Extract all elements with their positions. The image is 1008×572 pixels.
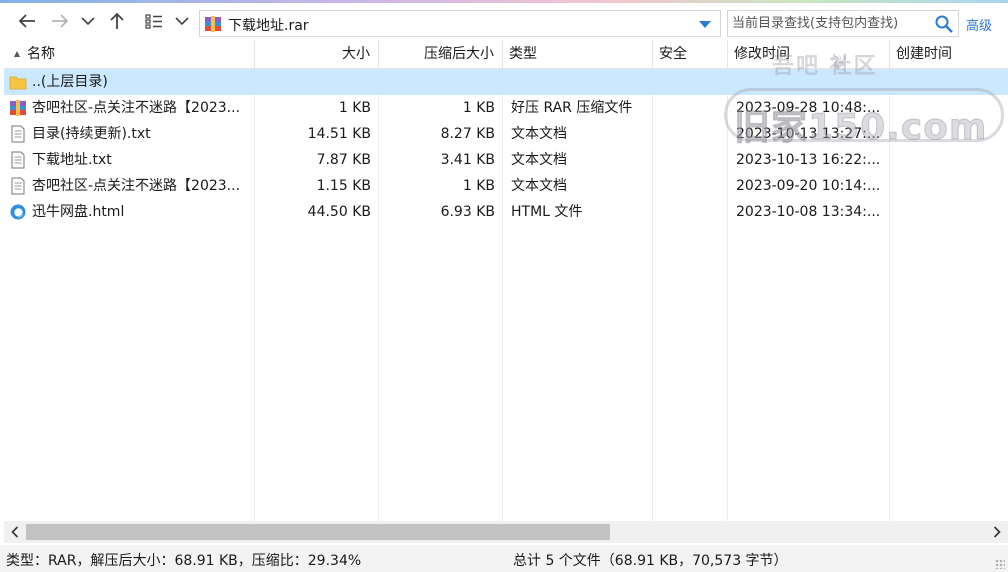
file-modified: 2023-10-13 16:22:... <box>736 152 881 168</box>
text-file-icon <box>11 125 25 143</box>
file-size: 14.51 KB <box>307 126 371 142</box>
file-size: 44.50 KB <box>307 204 371 220</box>
file-name: 迅牛网盘.html <box>32 204 125 220</box>
search-box[interactable] <box>727 10 959 37</box>
resize-grip-icon[interactable] <box>995 559 1005 569</box>
status-archive-info: 类型：RAR，解压后大小：68.91 KB，压缩比：29.34% <box>6 553 362 569</box>
status-total-info: 总计 5 个文件（68.91 KB，70,573 字节） <box>513 553 788 569</box>
column-name[interactable]: 名称 <box>4 40 255 68</box>
list-item[interactable]: 杏吧社区-点关注不迷路【2023... 1.15 KB 1 KB 文本文档 20… <box>4 173 1008 199</box>
search-icon[interactable] <box>934 14 954 34</box>
file-packed-size: 1 KB <box>462 100 495 116</box>
toolbar: 下载地址.rar 高级 <box>0 3 1008 39</box>
chevron-left-icon <box>11 526 19 538</box>
file-packed-size: 6.93 KB <box>440 204 495 220</box>
file-list: ..(上层目录) 杏吧社区-点关注不迷路【2023... 1 KB 1 KB 好… <box>4 69 1008 521</box>
file-name: ..(上层目录) <box>32 74 108 90</box>
file-modified: 2023-10-13 13:27:... <box>736 126 881 142</box>
file-packed-size: 8.27 KB <box>440 126 495 142</box>
scrollbar-thumb[interactable] <box>26 524 610 540</box>
horizontal-scrollbar[interactable] <box>4 521 1008 543</box>
rar-archive-icon <box>205 16 221 32</box>
address-bar[interactable]: 下载地址.rar <box>199 10 721 37</box>
chevron-down-icon <box>81 17 95 26</box>
column-type[interactable]: 类型 <box>503 40 653 68</box>
file-type: HTML 文件 <box>511 204 583 220</box>
address-dropdown-icon[interactable] <box>699 21 711 28</box>
arrow-left-icon <box>18 14 35 28</box>
text-file-icon <box>11 151 25 169</box>
status-bar: 类型：RAR，解压后大小：68.91 KB，压缩比：29.34% 总计 5 个文… <box>0 545 1008 572</box>
list-item[interactable]: 下载地址.txt 7.87 KB 3.41 KB 文本文档 2023-10-13… <box>4 147 1008 173</box>
file-packed-size: 3.41 KB <box>440 152 495 168</box>
arrow-right-icon <box>52 14 69 28</box>
view-dropdown-button[interactable] <box>172 9 192 33</box>
sort-ascending-icon <box>14 50 20 57</box>
search-input[interactable] <box>732 14 932 33</box>
file-name: 目录(持续更新).txt <box>32 126 151 142</box>
arrow-up-icon <box>110 12 124 29</box>
browser-icon <box>10 204 26 220</box>
scroll-right-button[interactable] <box>989 524 1005 540</box>
list-item-parent-directory[interactable]: ..(上层目录) <box>4 69 1008 95</box>
file-name: 杏吧社区-点关注不迷路【2023... <box>32 100 241 116</box>
list-item[interactable]: 目录(持续更新).txt 14.51 KB 8.27 KB 文本文档 2023-… <box>4 121 1008 147</box>
list-view-icon <box>145 14 162 29</box>
file-type: 文本文档 <box>511 178 567 194</box>
file-size: 1.15 KB <box>316 178 371 194</box>
column-created[interactable]: 创建时间 <box>890 40 1008 68</box>
file-size: 1 KB <box>338 100 371 116</box>
address-path: 下载地址.rar <box>228 18 309 34</box>
file-size: 7.87 KB <box>316 152 371 168</box>
list-item[interactable]: 杏吧社区-点关注不迷路【2023... 1 KB 1 KB 好压 RAR 压缩文… <box>4 95 1008 121</box>
chevron-right-icon <box>993 526 1001 538</box>
advanced-search-link[interactable]: 高级 <box>966 15 992 34</box>
chevron-down-icon <box>175 17 189 26</box>
file-name: 下载地址.txt <box>32 152 112 168</box>
column-size[interactable]: 大小 <box>255 40 379 68</box>
column-modified[interactable]: 修改时间 <box>728 40 890 68</box>
file-type: 文本文档 <box>511 152 567 168</box>
file-modified: 2023-10-08 13:34:... <box>736 204 881 220</box>
list-item[interactable]: 迅牛网盘.html 44.50 KB 6.93 KB HTML 文件 2023-… <box>4 199 1008 225</box>
scroll-left-button[interactable] <box>7 524 23 540</box>
file-modified: 2023-09-20 10:14:... <box>736 178 881 194</box>
folder-icon <box>9 76 27 90</box>
column-packed-size[interactable]: 压缩后大小 <box>379 40 503 68</box>
rar-archive-icon <box>10 100 26 116</box>
text-file-icon <box>11 177 25 195</box>
view-mode-button[interactable] <box>142 9 166 33</box>
file-type: 文本文档 <box>511 126 567 142</box>
back-button[interactable] <box>14 9 40 33</box>
file-type: 好压 RAR 压缩文件 <box>511 100 633 116</box>
forward-button[interactable] <box>47 9 73 33</box>
file-modified: 2023-09-28 10:48:... <box>736 100 881 116</box>
column-header: 名称 大小 压缩后大小 类型 安全 修改时间 创建时间 <box>4 40 1008 69</box>
up-button[interactable] <box>106 9 128 33</box>
history-dropdown-button[interactable] <box>78 9 98 33</box>
file-packed-size: 1 KB <box>462 178 495 194</box>
column-security[interactable]: 安全 <box>653 40 728 68</box>
file-name: 杏吧社区-点关注不迷路【2023... <box>32 178 241 194</box>
